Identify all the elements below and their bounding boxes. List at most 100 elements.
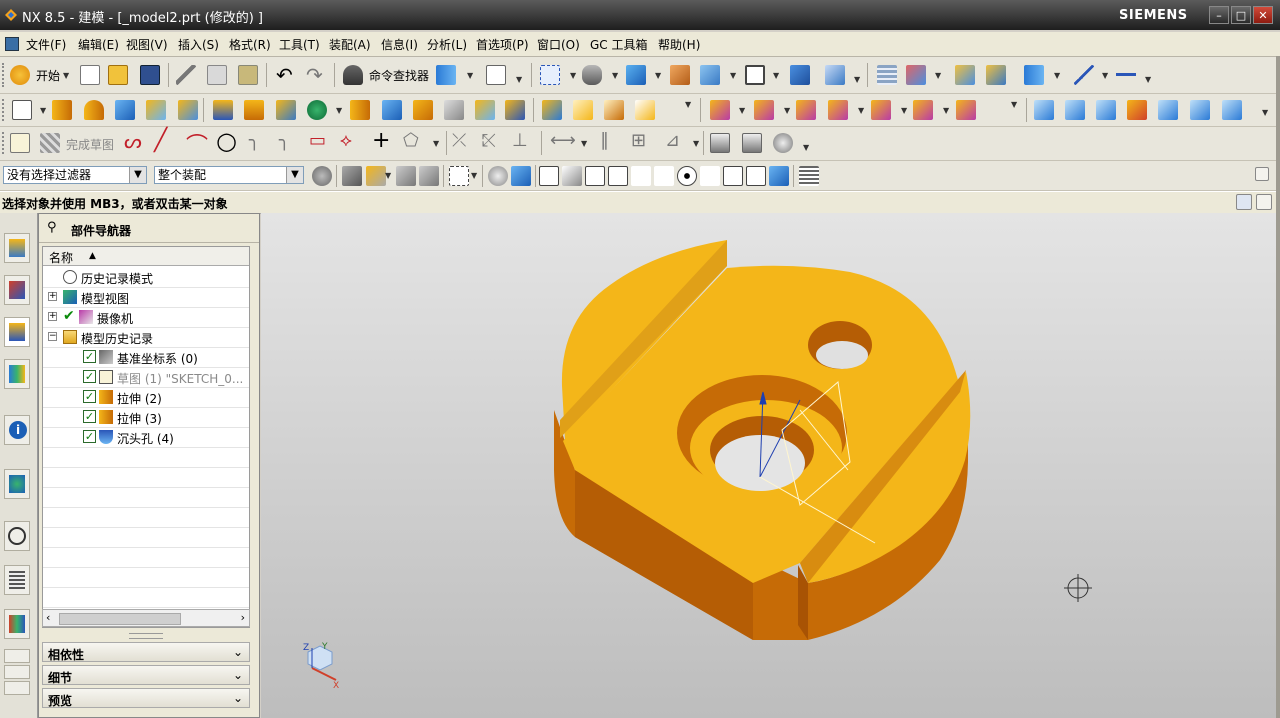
section-dependencies[interactable]: 相依性 ⌄: [42, 642, 250, 662]
resize-dropdown-icon[interactable]: ▼: [943, 106, 949, 115]
part-navigator-icon[interactable]: [4, 317, 30, 347]
select-feature-dropdown-icon[interactable]: ▼: [385, 171, 391, 180]
panel-splitter[interactable]: [129, 633, 163, 639]
selection-scope-dropdown[interactable]: 整个装配 ▼: [154, 166, 304, 184]
menu-assembly[interactable]: 装配(A): [329, 36, 371, 53]
line-icon[interactable]: ╱: [154, 128, 167, 153]
paste-icon[interactable]: [238, 65, 258, 85]
group-face-icon[interactable]: [956, 100, 976, 120]
navigator-horizontal-scrollbar[interactable]: ‹ ›: [42, 609, 250, 627]
alternate-solution-icon[interactable]: [710, 133, 730, 153]
split-body-icon[interactable]: [505, 100, 525, 120]
quick-extend-icon[interactable]: ⤪: [482, 130, 496, 151]
pocket-icon[interactable]: [178, 100, 198, 120]
auto-constrain-icon[interactable]: ⊞: [631, 130, 646, 151]
sketch-more-dropdown-icon[interactable]: ▼: [803, 143, 809, 152]
snap-center-icon[interactable]: [677, 166, 697, 186]
snap-arc-center-icon[interactable]: [631, 166, 651, 186]
curve-dropdown-icon[interactable]: ▼: [433, 139, 439, 148]
snap-tangent-icon[interactable]: [654, 166, 674, 186]
command-finder-label[interactable]: 命令查找器: [369, 67, 429, 84]
thicken-icon[interactable]: [635, 100, 655, 120]
menu-info[interactable]: 信息(I): [381, 36, 418, 53]
visibility-checkbox[interactable]: ✓: [83, 430, 96, 443]
redo-icon[interactable]: ↷: [306, 63, 323, 87]
menu-analysis[interactable]: 分析(L): [427, 36, 467, 53]
through-mesh-icon[interactable]: [1065, 100, 1085, 120]
menu-window[interactable]: 窗口(O): [537, 36, 580, 53]
tree-row-history-mode[interactable]: 历史记录模式: [43, 267, 249, 288]
snap-point-icon[interactable]: [955, 65, 975, 85]
dimension-icon[interactable]: [1116, 65, 1136, 85]
face-blend-icon[interactable]: [604, 100, 624, 120]
selection-mode-icon[interactable]: [436, 65, 456, 85]
fit-view-icon[interactable]: [540, 65, 560, 85]
fullscreen-toggle-icon[interactable]: [1236, 194, 1252, 210]
snap-point-on-face-icon[interactable]: [769, 166, 789, 186]
section-view-icon[interactable]: [670, 65, 690, 85]
tree-row-sketch[interactable]: ✓ 草图 (1) "SKETCH_0...: [43, 367, 249, 388]
restore-layout-icon[interactable]: [1256, 194, 1272, 210]
select-face-icon[interactable]: [419, 166, 439, 186]
more-sync-dropdown-icon[interactable]: ▼: [1011, 100, 1017, 109]
binoculars-icon[interactable]: [343, 65, 363, 85]
snap-point-on-curve-icon[interactable]: [746, 166, 766, 186]
web-browser-icon[interactable]: [4, 469, 30, 499]
undo-icon[interactable]: ↶: [276, 63, 293, 87]
dimension-sketch-dropdown-icon[interactable]: ▼: [581, 139, 587, 148]
fit-dropdown-icon[interactable]: ▼: [570, 71, 576, 80]
x-form-icon[interactable]: [1190, 100, 1210, 120]
swept-icon[interactable]: [1096, 100, 1116, 120]
info-dropdown-icon[interactable]: ▼: [516, 75, 522, 84]
finish-sketch-icon[interactable]: [40, 133, 60, 153]
replace-dropdown-icon[interactable]: ▼: [858, 106, 864, 115]
history-icon[interactable]: [4, 521, 30, 551]
orient-dropdown-icon[interactable]: ▼: [612, 71, 618, 80]
shell-icon[interactable]: [413, 100, 433, 120]
dimension-sketch-icon[interactable]: ⟷: [550, 130, 576, 151]
layer-settings-icon[interactable]: [877, 65, 897, 85]
snap-arrow-icon[interactable]: [342, 166, 362, 186]
new-file-icon[interactable]: [80, 65, 100, 85]
background-icon[interactable]: [745, 65, 765, 85]
snap-quadrant-icon[interactable]: [700, 166, 720, 186]
menu-gc-toolbox[interactable]: GC 工具箱: [590, 36, 648, 53]
move-dropdown-icon[interactable]: ▼: [854, 75, 860, 84]
tree-row-counterbore-hole[interactable]: ✓ 沉头孔 (4): [43, 427, 249, 448]
make-corner-icon[interactable]: ⊥: [512, 130, 528, 151]
measure-dropdown-icon[interactable]: ▼: [1102, 71, 1108, 80]
roles-icon[interactable]: [4, 609, 30, 639]
bridge-surface-icon[interactable]: [1222, 100, 1242, 120]
part-model[interactable]: Z Y X: [261, 213, 1276, 718]
constraint-dropdown-icon[interactable]: ▼: [693, 139, 699, 148]
csys-dropdown-icon[interactable]: ▼: [935, 71, 941, 80]
snap-body-icon[interactable]: [511, 166, 531, 186]
info-icon[interactable]: [486, 65, 506, 85]
visibility-checkbox[interactable]: ✓: [83, 410, 96, 423]
offset-curve-icon[interactable]: ⬠: [403, 130, 419, 151]
menu-file[interactable]: 文件(F): [26, 36, 66, 53]
visibility-checkbox[interactable]: ✓: [83, 390, 96, 403]
close-button[interactable]: ✕: [1253, 6, 1273, 24]
edge-blend-icon[interactable]: [350, 100, 370, 120]
chevron-down-icon[interactable]: ⌄: [230, 667, 246, 683]
system-materials-icon[interactable]: [4, 565, 30, 595]
datum-plane-icon[interactable]: [213, 100, 233, 120]
cut-icon[interactable]: [176, 65, 196, 85]
update-model-icon[interactable]: [773, 133, 793, 153]
copy-icon[interactable]: [207, 65, 227, 85]
expand-icon[interactable]: +: [48, 292, 57, 301]
filter-reset-icon[interactable]: [312, 166, 332, 186]
chevron-down-icon[interactable]: ⌄: [230, 644, 246, 660]
revolve-icon[interactable]: [84, 100, 104, 120]
polygon-icon[interactable]: ⟡: [340, 130, 352, 151]
visibility-checkbox[interactable]: ✓: [83, 350, 96, 363]
unite-icon[interactable]: [276, 100, 296, 120]
shaded-view-icon[interactable]: [626, 65, 646, 85]
trim-body-icon[interactable]: [475, 100, 495, 120]
move-object-icon[interactable]: [825, 65, 845, 85]
more-surface-dropdown-icon[interactable]: ▼: [1262, 108, 1268, 117]
snap-endpoint-icon[interactable]: [539, 166, 559, 186]
open-folder-icon[interactable]: [108, 65, 128, 85]
menu-tools[interactable]: 工具(T): [279, 36, 320, 53]
